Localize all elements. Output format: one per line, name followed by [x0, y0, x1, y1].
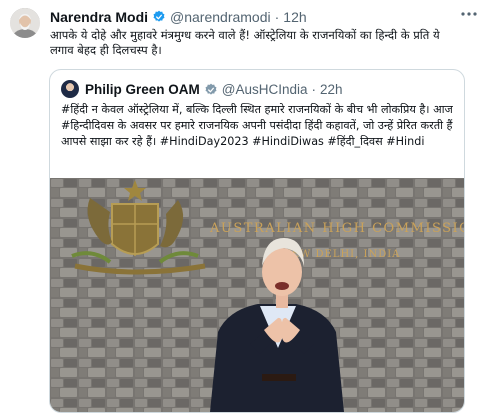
separator-dot: · — [311, 81, 317, 97]
separator-dot: · — [274, 9, 280, 25]
author-avatar[interactable] — [10, 8, 40, 38]
verified-badge-icon — [204, 82, 218, 96]
quoted-tweet-timestamp[interactable]: 22h — [320, 82, 343, 97]
quoted-tweet-photo[interactable]: AUSTRALIAN HIGH COMMISSION NEW DELHI, IN… — [50, 178, 464, 412]
quoted-tweet[interactable]: Philip Green OAM @AusHCIndia · 22h #हिंद… — [49, 69, 465, 413]
verified-badge-icon — [152, 10, 166, 24]
quoted-tweet-text: #हिंदी न केवल ऑस्ट्रेलिया में, बल्कि दिल… — [61, 103, 453, 148]
author-name[interactable]: Narendra Modi — [50, 9, 148, 25]
more-horizontal-icon[interactable] — [459, 6, 479, 22]
tweet-header: Narendra Modi @narendramodi · 12h — [50, 8, 307, 26]
quoted-tweet-header: Philip Green OAM @AusHCIndia · 22h — [61, 80, 343, 98]
author-handle[interactable]: @narendramodi — [170, 9, 271, 25]
quoted-author-handle[interactable]: @AusHCIndia — [222, 82, 308, 97]
quoted-author-name[interactable]: Philip Green OAM — [85, 82, 200, 97]
tweet-timestamp[interactable]: 12h — [283, 9, 306, 25]
quoted-author-avatar[interactable] — [61, 80, 79, 98]
tweet-text: आपके ये दोहे और मुहावरे मंत्रमुग्ध करने … — [50, 28, 440, 57]
tweet[interactable]: Narendra Modi @narendramodi · 12h आपके य… — [0, 0, 499, 414]
sign-line-1: AUSTRALIAN HIGH COMMISSION — [209, 221, 464, 236]
